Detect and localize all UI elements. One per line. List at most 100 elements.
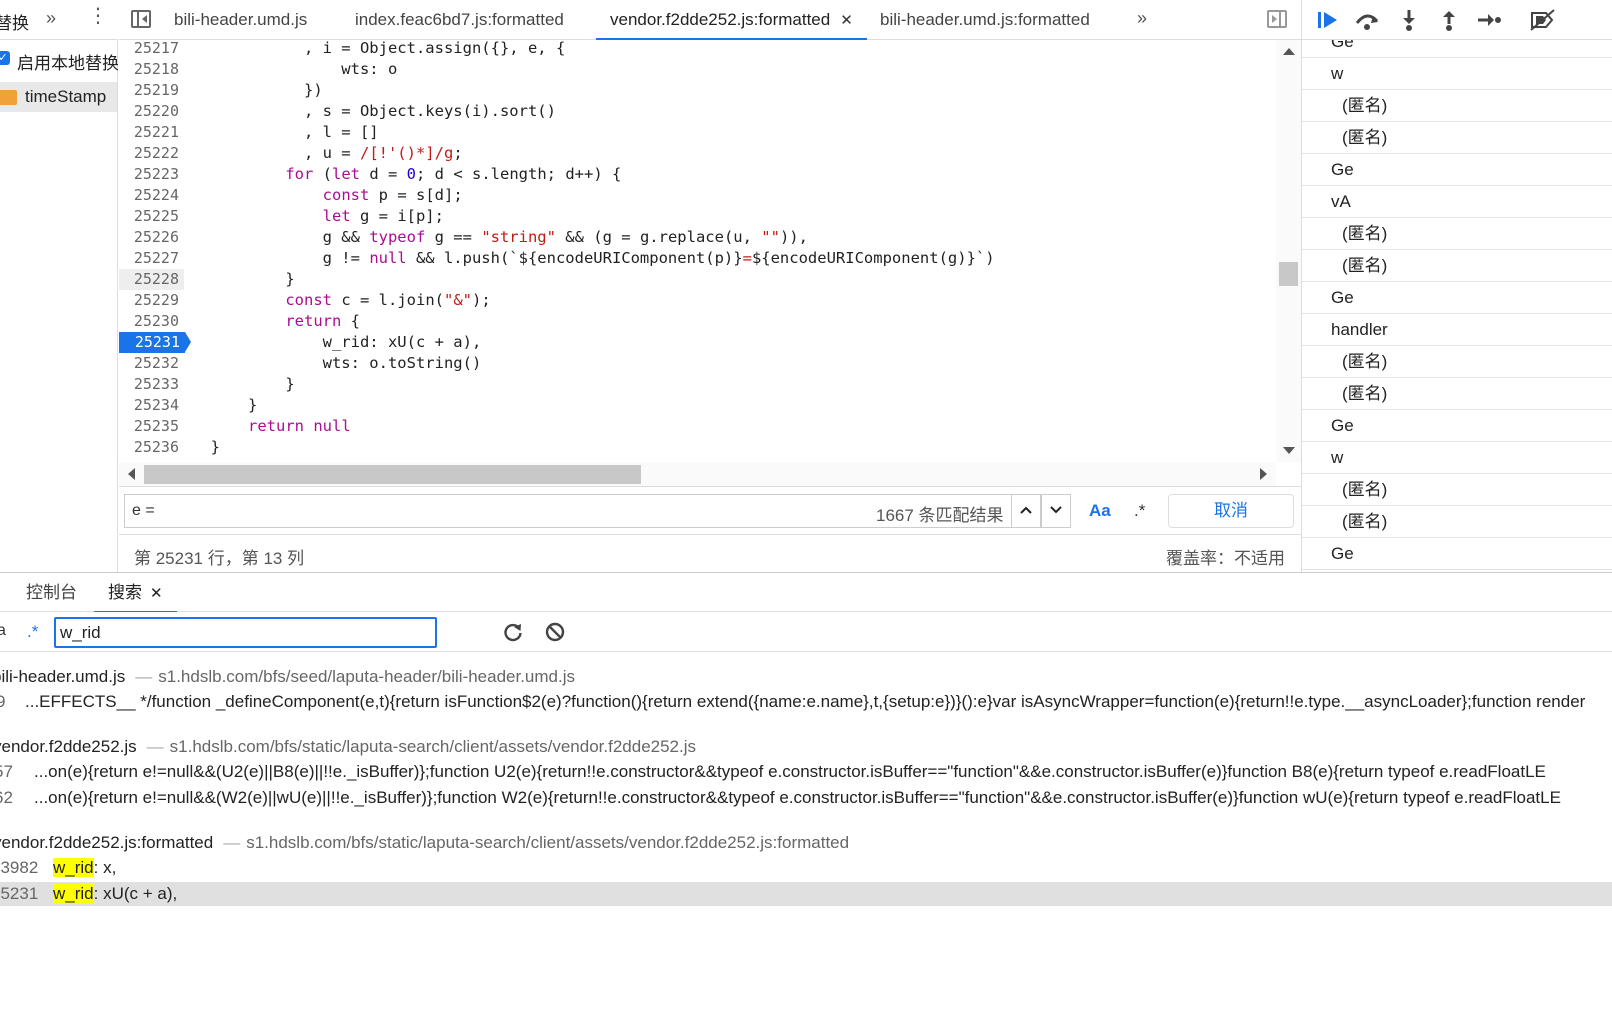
step-out-button[interactable]: [1436, 8, 1462, 32]
line-number[interactable]: 25227: [119, 248, 184, 269]
call-frame[interactable]: (匿名): [1302, 218, 1612, 250]
tab-search[interactable]: 搜索 ✕: [94, 573, 177, 613]
line-number[interactable]: 25222: [119, 143, 184, 164]
scroll-up-icon[interactable]: [1283, 48, 1295, 55]
code-editor[interactable]: 25217 , i = Object.assign({}, e, {25218 …: [119, 40, 1276, 462]
line-number[interactable]: 25221: [119, 122, 184, 143]
step-button[interactable]: [1476, 8, 1502, 32]
code-line[interactable]: 25223 for (let d = 0; d < s.length; d++)…: [119, 164, 1276, 185]
call-frame[interactable]: (匿名): [1302, 378, 1612, 410]
find-next-button[interactable]: [1041, 494, 1071, 528]
line-number[interactable]: 25228: [119, 269, 184, 290]
line-number[interactable]: 25232: [119, 353, 184, 374]
tab-file-2[interactable]: vendor.f2dde252.js:formatted ✕: [596, 0, 867, 40]
enable-overrides-checkbox[interactable]: ✓: [0, 51, 10, 65]
code-line[interactable]: 25226 g && typeof g == "string" && (g = …: [119, 227, 1276, 248]
resume-button[interactable]: [1315, 8, 1341, 32]
call-frame[interactable]: Ge: [1302, 40, 1612, 58]
match-case-toggle[interactable]: Aa: [1089, 501, 1111, 521]
code-line[interactable]: 25224 const p = s[d];: [119, 185, 1276, 206]
line-number[interactable]: 25224: [119, 185, 184, 206]
line-number[interactable]: 25223: [119, 164, 184, 185]
regex-toggle[interactable]: .*: [27, 622, 38, 642]
vertical-scrollbar[interactable]: [1276, 40, 1301, 462]
search-input[interactable]: w_rid: [54, 617, 437, 648]
code-line[interactable]: 25233 }: [119, 374, 1276, 395]
code-line[interactable]: 25217 , i = Object.assign({}, e, {: [119, 40, 1276, 59]
code-line[interactable]: 25236 }: [119, 437, 1276, 458]
call-frame[interactable]: w: [1302, 442, 1612, 474]
horizontal-scrollbar[interactable]: [119, 462, 1276, 486]
close-tab-icon[interactable]: ✕: [150, 585, 163, 602]
line-number[interactable]: 25236: [119, 437, 184, 458]
line-number[interactable]: 25218: [119, 59, 184, 80]
enable-overrides-row[interactable]: ✓ 启用本地替换: [0, 48, 118, 72]
scroll-down-icon[interactable]: [1283, 447, 1295, 454]
call-frame[interactable]: Ge: [1302, 154, 1612, 186]
call-frame[interactable]: (匿名): [1302, 250, 1612, 282]
call-frame[interactable]: Ge: [1302, 282, 1612, 314]
code-line[interactable]: 25227 g != null && l.push(`${encodeURICo…: [119, 248, 1276, 269]
tab-file-3[interactable]: bili-header.umd.js:formatted: [880, 0, 1090, 40]
result-match-row[interactable]: 57 ...on(e){return e!=null&&(U2(e)||B8(e)…: [0, 760, 1612, 784]
code-line[interactable]: 25219 }): [119, 80, 1276, 101]
code-line[interactable]: 25235 return null: [119, 416, 1276, 437]
toggle-navigator-icon[interactable]: [131, 10, 151, 28]
call-frame[interactable]: Ge: [1302, 538, 1612, 570]
line-number[interactable]: 25235: [119, 416, 184, 437]
navigator-menu-icon[interactable]: ⋮: [88, 6, 108, 26]
result-match-row[interactable]: 9 ...EFFECTS__ */function _defineComponen…: [0, 690, 1612, 714]
call-frame[interactable]: (匿名): [1302, 474, 1612, 506]
code-line[interactable]: 25221 , l = []: [119, 122, 1276, 143]
scroll-thumb[interactable]: [144, 465, 641, 484]
line-number[interactable]: 25220: [119, 101, 184, 122]
code-line[interactable]: 25230 return {: [119, 311, 1276, 332]
result-match-row[interactable]: 23982 w_rid: x,: [0, 856, 1612, 880]
line-number[interactable]: 25219: [119, 80, 184, 101]
call-frame[interactable]: handler: [1302, 314, 1612, 346]
code-line[interactable]: 25229 const c = l.join("&");: [119, 290, 1276, 311]
scroll-left-icon[interactable]: [128, 468, 135, 480]
step-into-button[interactable]: [1396, 8, 1422, 32]
step-over-button[interactable]: [1354, 8, 1380, 32]
call-frame[interactable]: (匿名): [1302, 90, 1612, 122]
call-frame[interactable]: (匿名): [1302, 346, 1612, 378]
code-line[interactable]: 25222 , u = /[!'()*]/g;: [119, 143, 1276, 164]
toggle-debugger-icon[interactable]: [1267, 10, 1287, 28]
result-file-header[interactable]: bili-header.umd.js — s1.hdslb.com/bfs/seed…: [0, 664, 575, 690]
breakpoint-line-number[interactable]: 25231: [119, 332, 191, 353]
more-tabs-icon[interactable]: »: [46, 8, 56, 29]
code-line[interactable]: 25220 , s = Object.keys(i).sort(): [119, 101, 1276, 122]
override-folder-item[interactable]: timeStamp: [0, 82, 117, 112]
call-frame[interactable]: (匿名): [1302, 122, 1612, 154]
tab-overrides[interactable]: 替换: [0, 9, 29, 34]
call-frame[interactable]: Ge: [1302, 410, 1612, 442]
result-file-header[interactable]: vendor.f2dde252.js — s1.hdslb.com/bfs/stat…: [0, 734, 696, 760]
call-frame[interactable]: (匿名): [1302, 506, 1612, 538]
code-line[interactable]: 25218 wts: o: [119, 59, 1276, 80]
tab-console[interactable]: 控制台: [26, 573, 77, 613]
deactivate-breakpoints-button[interactable]: [1528, 8, 1555, 32]
result-file-header[interactable]: vendor.f2dde252.js:formatted — s1.hdslb.co…: [0, 830, 849, 856]
code-line[interactable]: 25234 }: [119, 395, 1276, 416]
clear-search-button[interactable]: [544, 621, 566, 643]
line-number[interactable]: 25233: [119, 374, 184, 395]
result-match-row[interactable]: 25231 w_rid: xU(c + a),: [0, 882, 1612, 906]
call-frame[interactable]: w: [1302, 58, 1612, 90]
close-tab-icon[interactable]: ✕: [840, 12, 853, 29]
more-tabs-icon[interactable]: »: [1137, 8, 1147, 29]
line-number[interactable]: 25226: [119, 227, 184, 248]
line-number[interactable]: 25234: [119, 395, 184, 416]
scroll-right-icon[interactable]: [1260, 468, 1267, 480]
code-line[interactable]: 25232 wts: o.toString(): [119, 353, 1276, 374]
code-line[interactable]: 25231 w_rid: xU(c + a),: [119, 332, 1276, 353]
code-line[interactable]: 25228 }: [119, 269, 1276, 290]
refresh-button[interactable]: [502, 621, 524, 643]
line-number[interactable]: 25230: [119, 311, 184, 332]
result-match-row[interactable]: 62 ...on(e){return e!=null&&(W2(e)||wU(e)…: [0, 786, 1612, 810]
find-previous-button[interactable]: [1011, 494, 1041, 528]
line-number[interactable]: 25225: [119, 206, 184, 227]
code-line[interactable]: 25225 let g = i[p];: [119, 206, 1276, 227]
tab-file-1[interactable]: index.feac6bd7.js:formatted: [355, 0, 564, 40]
match-case-toggle[interactable]: a: [0, 622, 6, 640]
